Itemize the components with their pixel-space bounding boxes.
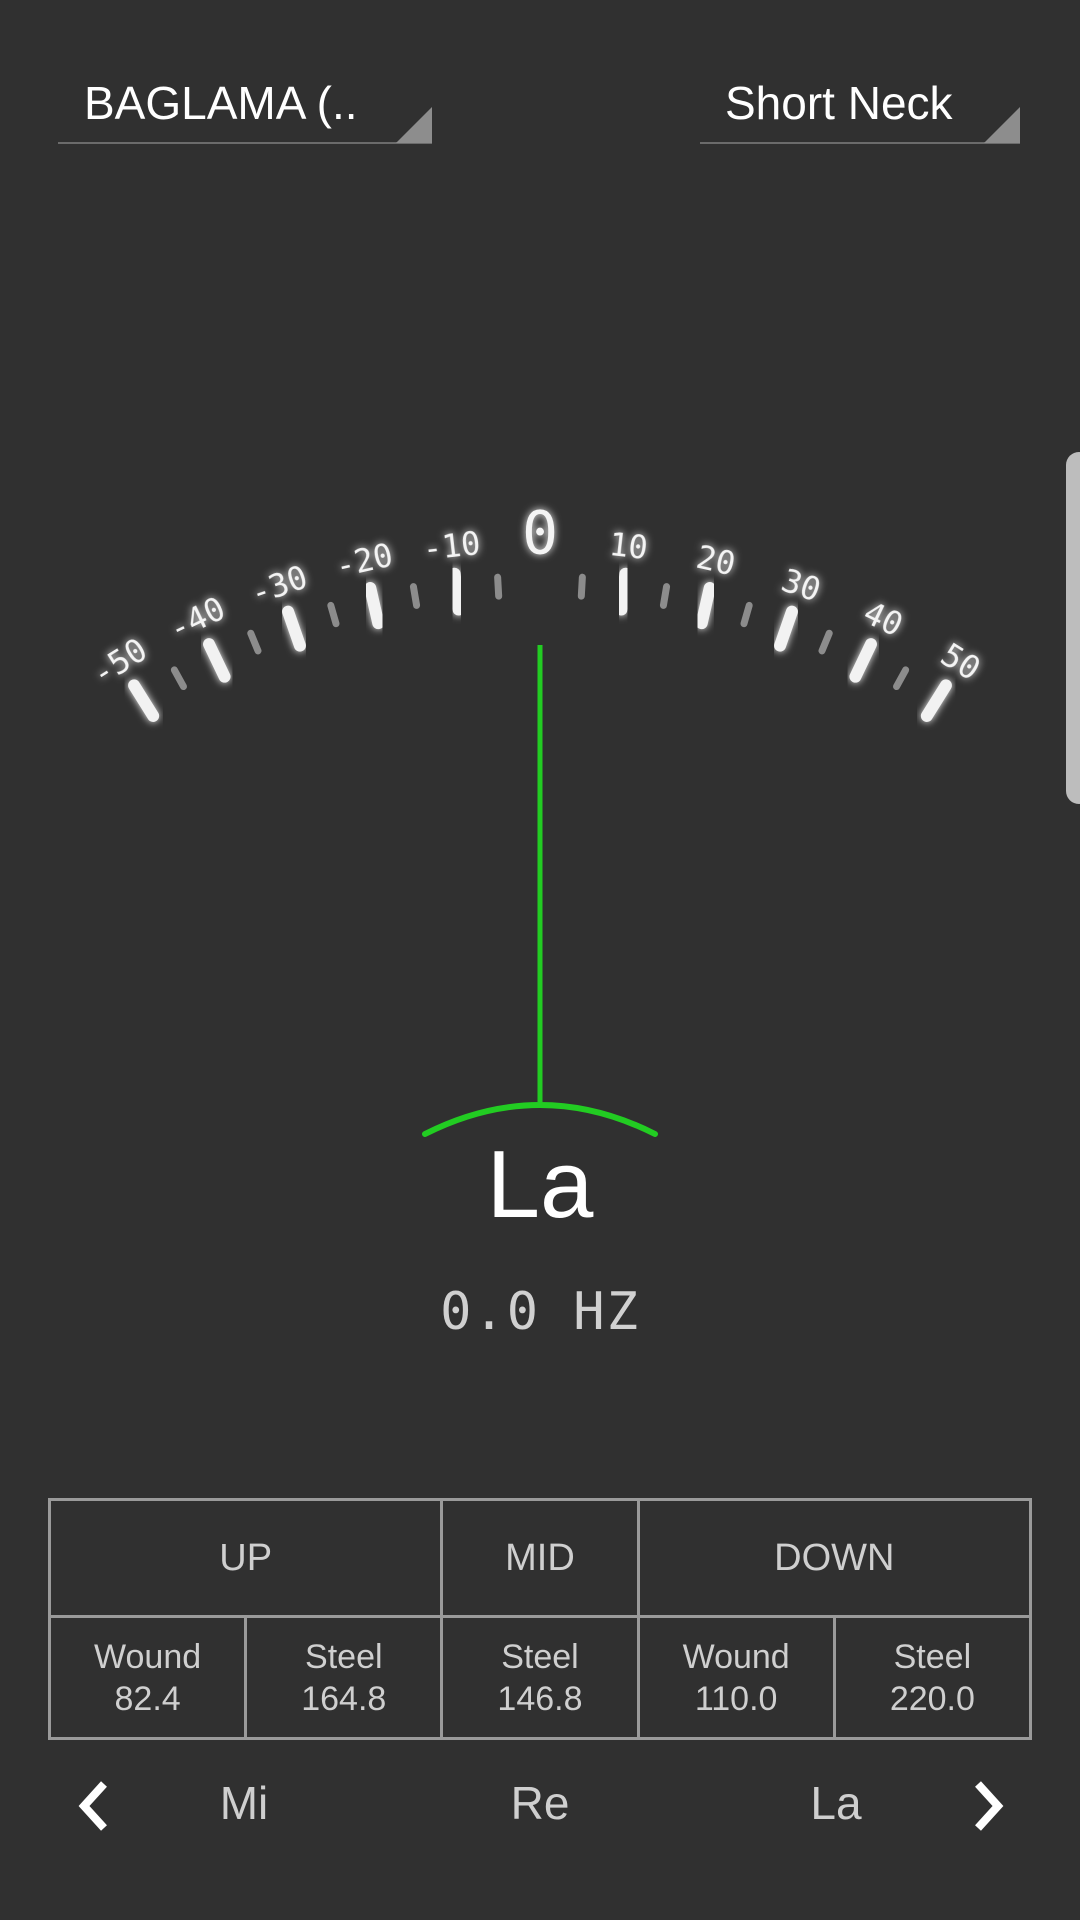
major-tick bbox=[615, 567, 632, 616]
minor-tick bbox=[818, 629, 833, 655]
major-tick bbox=[849, 638, 877, 683]
string-cell[interactable]: Wound 82.4 bbox=[47, 1615, 248, 1740]
strings-header-row: UP MID DOWN bbox=[47, 1497, 1033, 1619]
detected-note: La bbox=[486, 1131, 594, 1238]
scale-label: -20 bbox=[332, 536, 397, 586]
minor-tick bbox=[247, 629, 262, 655]
major-tick bbox=[695, 582, 716, 630]
side-scrollbar[interactable] bbox=[1066, 452, 1080, 804]
string-type: Steel bbox=[501, 1637, 579, 1676]
scale-label: -40 bbox=[163, 589, 232, 648]
string-freq: 110.0 bbox=[694, 1679, 778, 1718]
group-down[interactable]: DOWN bbox=[636, 1497, 1033, 1619]
note-option-next[interactable]: La bbox=[810, 1776, 861, 1830]
strings-row: Wound 82.4 Steel 164.8 Steel 146.8 Wound… bbox=[47, 1615, 1033, 1740]
group-mid[interactable]: MID bbox=[440, 1497, 640, 1619]
scale-label: -50 bbox=[85, 630, 154, 693]
scale-label: -30 bbox=[245, 558, 312, 613]
minor-tick bbox=[577, 573, 586, 600]
string-cell[interactable]: Steel 146.8 bbox=[440, 1615, 640, 1740]
scale-label: 0 bbox=[522, 499, 558, 569]
string-cell[interactable]: Steel 220.0 bbox=[832, 1615, 1033, 1740]
group-up[interactable]: UP bbox=[47, 1497, 444, 1619]
minor-tick bbox=[170, 666, 188, 691]
major-tick bbox=[774, 605, 798, 652]
string-freq: 220.0 bbox=[889, 1679, 975, 1718]
major-tick bbox=[203, 638, 231, 683]
minor-tick bbox=[892, 666, 910, 691]
minor-tick bbox=[494, 573, 503, 600]
string-type: Wound bbox=[682, 1637, 790, 1676]
string-cell[interactable]: Steel 164.8 bbox=[244, 1615, 444, 1740]
minor-tick bbox=[409, 583, 421, 609]
minor-tick bbox=[327, 601, 340, 628]
note-navigation: Mi Re La bbox=[0, 1768, 1080, 1844]
frequency-readout: 0.0 HZ bbox=[440, 1282, 640, 1342]
major-tick bbox=[920, 679, 952, 722]
note-option-prev[interactable]: Mi bbox=[220, 1776, 269, 1830]
next-note-button[interactable] bbox=[960, 1778, 1010, 1834]
chevron-left-icon bbox=[78, 1781, 107, 1831]
scale-label: 10 bbox=[607, 525, 650, 567]
major-tick bbox=[128, 679, 160, 722]
minor-tick bbox=[740, 601, 753, 628]
string-type: Steel bbox=[893, 1637, 972, 1676]
scale-label: -10 bbox=[421, 524, 483, 568]
scale-label: 30 bbox=[777, 561, 826, 610]
scale-label: 20 bbox=[693, 538, 739, 584]
string-type: Wound bbox=[94, 1637, 202, 1676]
needle bbox=[422, 645, 658, 1137]
string-freq: 82.4 bbox=[114, 1679, 181, 1718]
major-tick bbox=[364, 582, 385, 630]
prev-note-button[interactable] bbox=[72, 1778, 122, 1834]
scale-label: 50 bbox=[934, 635, 987, 688]
chevron-right-icon bbox=[975, 1781, 1004, 1831]
string-type: Steel bbox=[305, 1637, 383, 1676]
major-tick bbox=[448, 567, 465, 616]
string-cell[interactable]: Wound 110.0 bbox=[636, 1615, 836, 1740]
note-option-current[interactable]: Re bbox=[511, 1776, 570, 1830]
major-tick bbox=[282, 605, 306, 652]
string-freq: 164.8 bbox=[301, 1679, 387, 1718]
strings-table: UP MID DOWN Wound 82.4 Steel 164.8 Steel… bbox=[47, 1497, 1033, 1740]
scale-label: 40 bbox=[857, 593, 908, 644]
minor-tick bbox=[659, 583, 671, 609]
string-freq: 146.8 bbox=[497, 1679, 583, 1718]
